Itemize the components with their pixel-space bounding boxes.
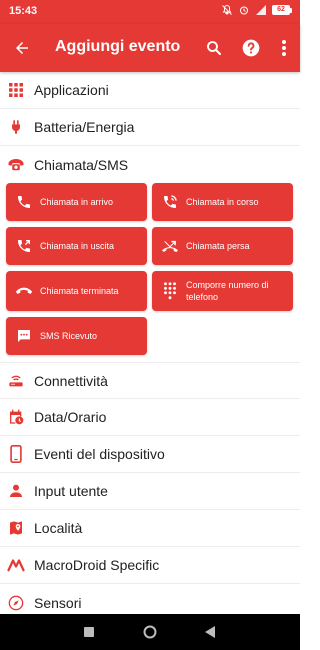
- call-end-icon: [15, 282, 33, 300]
- status-icons: 62: [221, 4, 292, 16]
- category-label: Input utente: [34, 483, 108, 499]
- phone-icon: [6, 155, 26, 175]
- category-row-eventi-dispositivo[interactable]: Eventi del dispositivo: [0, 436, 300, 473]
- smartphone-icon: [6, 444, 26, 464]
- help-icon[interactable]: [239, 36, 263, 60]
- category-row-batteria[interactable]: Batteria/Energia: [0, 109, 300, 146]
- event-label: Chiamata terminata: [40, 286, 119, 296]
- recents-square-icon[interactable]: [79, 622, 99, 642]
- back-arrow-icon[interactable]: [10, 36, 34, 60]
- event-tile-incoming-call[interactable]: Chiamata in arrivo: [6, 183, 147, 221]
- event-label: Chiamata in corso: [186, 197, 259, 207]
- apps-grid-icon: [6, 80, 26, 100]
- person-icon: [6, 481, 26, 501]
- category-label: MacroDroid Specific: [34, 557, 160, 573]
- category-label: Applicazioni: [34, 82, 109, 98]
- category-row-applicazioni[interactable]: Applicazioni: [0, 72, 300, 109]
- router-icon: [6, 371, 26, 391]
- category-label: Località: [34, 520, 83, 536]
- category-label: Data/Orario: [34, 409, 107, 425]
- missed-call-icon: [161, 237, 179, 255]
- search-icon[interactable]: [202, 36, 226, 60]
- system-nav-bar: [0, 614, 300, 650]
- event-tile-dial-number[interactable]: Comporre numero di telefono: [152, 271, 293, 311]
- event-label: Chiamata in uscita: [40, 241, 115, 251]
- event-tile-call-ended[interactable]: Chiamata terminata: [6, 271, 147, 311]
- category-row-input-utente[interactable]: Input utente: [0, 473, 300, 510]
- event-tile-outgoing-call[interactable]: Chiamata in uscita: [6, 227, 147, 265]
- app-bar: Aggiungi evento: [0, 24, 300, 72]
- event-tile-call-active[interactable]: Chiamata in corso: [152, 183, 293, 221]
- category-row-chiamata-sms[interactable]: Chiamata/SMS: [0, 146, 300, 183]
- page-title: Aggiungi evento: [55, 38, 181, 55]
- back-triangle-icon[interactable]: [200, 622, 220, 642]
- category-label: Connettività: [34, 372, 108, 389]
- event-label: Comporre numero di telefono: [186, 280, 269, 302]
- event-tile-missed-call[interactable]: Chiamata persa: [152, 227, 293, 265]
- signal-icon: [255, 4, 267, 16]
- calendar-clock-icon: [6, 407, 26, 427]
- compass-icon: [6, 593, 26, 613]
- category-label: Sensori: [34, 594, 82, 611]
- event-label: Chiamata persa: [186, 241, 250, 251]
- sms-icon: [15, 327, 33, 345]
- category-row-localita[interactable]: Località: [0, 510, 300, 547]
- event-label: Chiamata in arrivo: [40, 197, 114, 207]
- map-pin-icon: [6, 518, 26, 538]
- category-label: Eventi del dispositivo: [34, 446, 165, 462]
- status-time: 15:43: [9, 5, 38, 17]
- more-vert-icon[interactable]: [274, 36, 294, 60]
- call-active-icon: [161, 193, 179, 211]
- category-row-connettivita[interactable]: Connettività: [0, 362, 300, 399]
- event-label: SMS Ricevuto: [40, 331, 98, 341]
- battery-icon: 62: [272, 5, 292, 15]
- battery-level: 62: [272, 5, 290, 15]
- category-label: Batteria/Energia: [34, 119, 135, 135]
- status-bar: 15:43 62: [0, 0, 300, 24]
- alarm-icon: [238, 4, 250, 16]
- outgoing-call-icon: [15, 237, 33, 255]
- category-row-data-orario[interactable]: Data/Orario: [0, 399, 300, 436]
- home-circle-icon[interactable]: [140, 622, 160, 642]
- dialpad-icon: [161, 282, 179, 300]
- event-tile-sms-received[interactable]: SMS Ricevuto: [6, 317, 147, 355]
- macrodroid-logo-icon: [6, 555, 26, 575]
- category-row-macrodroid-specific[interactable]: MacroDroid Specific: [0, 547, 300, 584]
- mute-icon: [221, 4, 233, 16]
- incoming-call-icon: [15, 193, 33, 211]
- power-plug-icon: [6, 117, 26, 137]
- category-label: Chiamata/SMS: [34, 156, 129, 173]
